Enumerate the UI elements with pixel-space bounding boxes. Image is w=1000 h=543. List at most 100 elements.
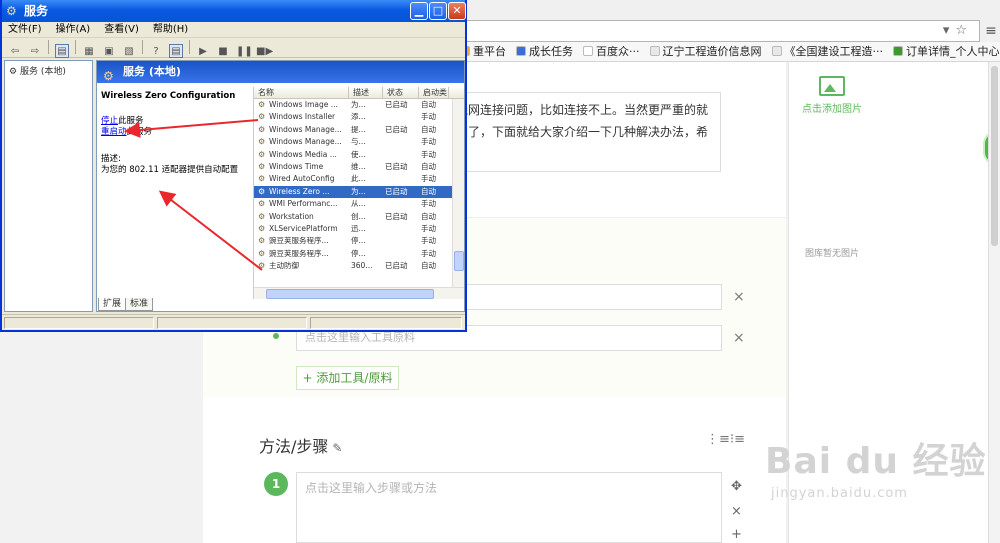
service-startup: 自动	[421, 211, 436, 221]
services-window: ⚙ 服务 ▁ □ ✕ 文件(F) 操作(A) 查看(V) 帮助(H) ⇦ ⇨ ▤ ▦ ▣ ▧? ▤…	[0, 0, 467, 332]
details-pane: ⚙ 服务 (本地) Wireless Zero Configuration 停止…	[96, 60, 465, 312]
properties-icon[interactable]: ▦	[82, 45, 96, 59]
list-vertical-scrollbar[interactable]	[452, 99, 464, 287]
minimize-button[interactable]: ▁	[410, 2, 428, 20]
service-row[interactable]: ⚙ Wireless Zero ... 为... 已启动 自动	[254, 185, 464, 199]
column-header-1[interactable]: 描述	[349, 87, 383, 99]
service-row[interactable]: ⚙ XLServicePlatform 迅... 手动	[254, 223, 464, 235]
tree-item-services-local[interactable]: 服务 (本地)	[20, 67, 66, 77]
service-row[interactable]: ⚙ Windows Manage... 与... 手动	[254, 136, 464, 148]
service-desc: 为...	[351, 100, 366, 109]
restart-icon[interactable]: ■▶	[256, 45, 273, 59]
stop-service-link[interactable]: 停止	[101, 116, 118, 126]
menu-item-0[interactable]: 文件(F)	[8, 22, 42, 38]
console-tree-icon[interactable]: ▤	[55, 44, 69, 58]
forward-arrow-icon[interactable]: ⇨	[28, 45, 42, 59]
maximize-button[interactable]: □	[429, 2, 447, 20]
service-row[interactable]: ⚙ 豌豆荚服务程序... 停... 手动	[254, 235, 464, 247]
help-icon[interactable]: ?	[149, 45, 163, 59]
list-horizontal-thumb[interactable]	[266, 289, 434, 299]
service-status: 已启动	[385, 124, 408, 134]
menu-item-3[interactable]: 帮助(H)	[153, 22, 188, 38]
tool-bullet	[273, 333, 279, 339]
title-bar[interactable]: ⚙ 服务 ▁ □ ✕	[2, 0, 466, 22]
service-row[interactable]: ⚙ 主动防御 360... 已启动 自动	[254, 260, 464, 272]
remove-tool-2-icon[interactable]: ×	[733, 331, 745, 345]
menu-item-1[interactable]: 操作(A)	[56, 22, 91, 38]
service-desc: 停...	[351, 236, 366, 246]
restart-service-link[interactable]: 重启动	[101, 127, 127, 137]
service-gear-icon: ⚙	[258, 112, 266, 122]
tab-0[interactable]: 扩展	[98, 298, 127, 311]
view-icon[interactable]: ▤	[169, 44, 183, 58]
column-header-0[interactable]: 名称	[254, 87, 349, 99]
selected-service-name: Wireless Zero Configuration	[101, 91, 236, 101]
remove-step-icon[interactable]: ×	[731, 504, 742, 519]
list-horizontal-scrollbar[interactable]	[254, 287, 464, 299]
column-header-2[interactable]: 状态	[383, 87, 419, 99]
watermark-url: jingyan.baidu.com	[771, 486, 908, 501]
refresh-icon[interactable]: ▣	[102, 45, 116, 59]
close-button[interactable]: ✕	[448, 2, 466, 20]
service-row[interactable]: ⚙ Wired AutoConfig 此... 手动	[254, 173, 464, 185]
service-desc: 与...	[351, 137, 366, 147]
service-desc: 为...	[351, 186, 366, 196]
service-status: 已启动	[385, 261, 408, 271]
bookmark-2[interactable]: 百度众···	[583, 42, 640, 61]
remove-tool-1-icon[interactable]: ×	[733, 290, 745, 304]
service-row[interactable]: ⚙ Windows Installer 添... 手动	[254, 111, 464, 123]
service-name: Windows Manage...	[269, 124, 342, 134]
service-row[interactable]: ⚙ 豌豆荚服务程序... 停... 手动	[254, 248, 464, 260]
service-gear-icon: ⚙	[258, 186, 266, 196]
service-row[interactable]: ⚙ Windows Image ... 为... 已启动 自动	[254, 99, 464, 111]
address-bar-icons[interactable]: ▾☆	[943, 23, 973, 38]
service-row[interactable]: ⚙ Windows Manage... 提... 已启动 自动	[254, 124, 464, 136]
menu-item-2[interactable]: 查看(V)	[104, 22, 139, 38]
service-row[interactable]: ⚙ Windows Time 维... 已启动 自动	[254, 161, 464, 173]
ordered-list-icon[interactable]: ⋮≡	[706, 432, 730, 447]
column-header-3[interactable]: 启动类	[419, 87, 449, 99]
bookmark-1[interactable]: 成长任务	[516, 42, 573, 61]
bookmark-favicon-icon	[771, 46, 782, 56]
service-name: Windows Image ...	[269, 100, 338, 109]
export-list-icon[interactable]: ▧	[122, 45, 136, 59]
edit-pencil-icon[interactable]: ✎	[332, 441, 342, 455]
list-vertical-thumb[interactable]	[454, 251, 464, 271]
menu-bar: 文件(F) 操作(A) 查看(V) 帮助(H)	[2, 22, 465, 38]
page-scrollbar-thumb[interactable]	[991, 66, 998, 246]
bookmark-4[interactable]: 《全国建设工程造···	[771, 42, 883, 61]
service-row[interactable]: ⚙ WMI Performanc... 从... 手动	[254, 198, 464, 210]
bookmark-5[interactable]: 订单详情_个人中心···	[893, 42, 1000, 61]
pause-icon[interactable]: ❚❚	[236, 45, 253, 59]
service-startup: 自动	[421, 161, 436, 171]
add-image-label: 点击添加图片	[802, 104, 862, 115]
intro-text: 线网连接问题，比如连接不上。当然更严重的就因了，下面就给大家介绍一下几种解决办法…	[456, 103, 709, 139]
bookmarks-bar: 重平台 成长任务 百度众··· 辽宁工程造价信息网 《全国建设工程造··· 订单详情_个人…	[460, 42, 1000, 62]
bookmark-favicon-icon	[516, 46, 526, 56]
service-row[interactable]: ⚙ Workstation 创... 已启动 自动	[254, 211, 464, 223]
move-step-icon[interactable]: ✥	[731, 479, 742, 494]
bookmark-3[interactable]: 辽宁工程造价信息网	[649, 42, 762, 61]
step-input[interactable]: 点击这里输入步骤或方法	[296, 472, 722, 543]
service-status: 已启动	[385, 211, 408, 221]
service-row[interactable]: ⚙ Windows Media ... 使... 手动	[254, 149, 464, 161]
tab-1[interactable]: 标准	[125, 298, 154, 311]
description-label: 描述:	[101, 154, 121, 164]
service-startup: 手动	[421, 149, 436, 159]
browser-menu-icon[interactable]: ≡	[982, 20, 1000, 42]
back-arrow-icon[interactable]: ⇦	[8, 45, 22, 59]
step-number-badge: 1	[264, 472, 288, 496]
add-tool-button[interactable]: + 添加工具/原料	[296, 366, 399, 390]
address-bar[interactable]: ▾☆	[460, 20, 980, 42]
service-gear-icon: ⚙	[258, 100, 266, 109]
play-icon[interactable]: ▶	[196, 45, 210, 59]
add-step-icon[interactable]: +	[731, 527, 742, 542]
add-image-button[interactable]: 点击添加图片	[789, 76, 875, 115]
details-title: 服务 (本地)	[123, 65, 181, 78]
service-name: Wireless Zero ...	[269, 186, 330, 196]
unordered-list-icon[interactable]: ⁝≡	[730, 432, 745, 447]
service-startup: 手动	[421, 223, 436, 233]
stop-icon[interactable]: ■	[216, 45, 230, 59]
watermark-brand: Bai du 经验	[765, 441, 987, 482]
service-desc: 停...	[351, 248, 366, 258]
